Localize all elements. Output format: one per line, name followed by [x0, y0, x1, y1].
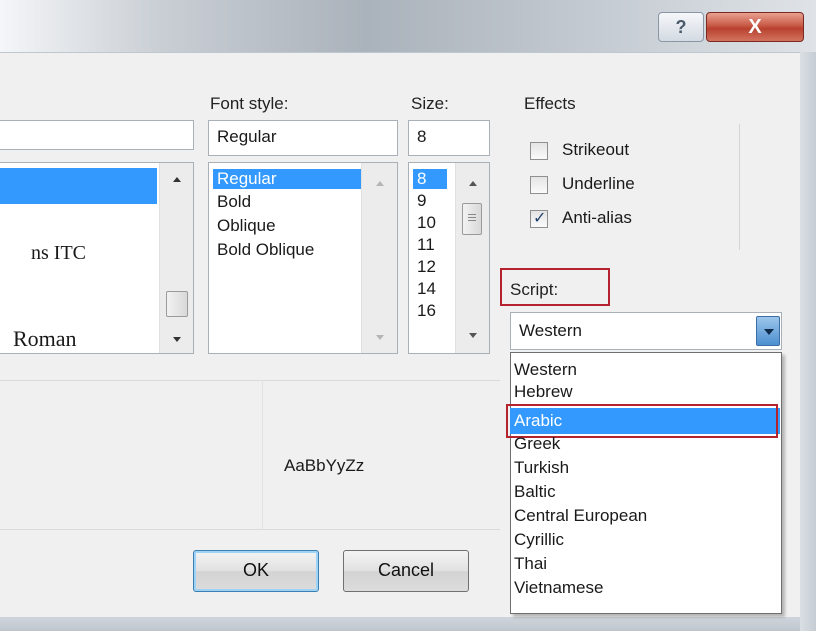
scroll-down-icon[interactable] — [376, 335, 384, 340]
underline-label[interactable]: Underline — [562, 174, 635, 194]
list-item[interactable] — [0, 168, 157, 204]
script-option-central-european[interactable]: Central European — [514, 506, 647, 526]
script-option-thai[interactable]: Thai — [514, 554, 547, 574]
cancel-button[interactable]: Cancel — [343, 550, 469, 592]
sample-text: AaBbYyZz — [284, 456, 365, 475]
antialias-label[interactable]: Anti-alias — [562, 208, 632, 228]
list-item[interactable]: 8 — [413, 169, 447, 189]
list-item[interactable]: 12 — [417, 257, 436, 277]
size-input[interactable]: 8 — [408, 120, 490, 156]
strikeout-checkbox[interactable] — [530, 142, 548, 160]
list-item[interactable]: Bold — [217, 192, 251, 212]
script-option-vietnamese[interactable]: Vietnamese — [514, 578, 603, 598]
scroll-down-icon[interactable] — [173, 337, 181, 342]
font-style-input[interactable]: Regular — [208, 120, 398, 156]
script-option-greek[interactable]: Greek — [514, 434, 560, 454]
font-style-list[interactable]: Regular Bold Oblique Bold Oblique — [208, 162, 398, 354]
dropdown-toggle[interactable] — [756, 316, 780, 346]
list-item[interactable]: Roman — [13, 328, 77, 350]
scroll-up-icon[interactable] — [376, 181, 384, 186]
list-item[interactable]: 9 — [417, 191, 426, 211]
script-select[interactable]: Western — [510, 312, 782, 350]
script-option-cyrillic[interactable]: Cyrillic — [514, 530, 564, 550]
ok-button[interactable]: OK — [193, 550, 319, 592]
list-item[interactable]: 10 — [417, 213, 436, 233]
script-option-turkish[interactable]: Turkish — [514, 458, 569, 478]
script-select-value: Western — [519, 321, 582, 340]
scrollbar-thumb[interactable] — [166, 291, 188, 317]
script-option-western[interactable]: Western — [514, 360, 577, 380]
help-button[interactable]: ? — [658, 12, 704, 42]
underline-checkbox[interactable] — [530, 176, 548, 194]
checkmark-icon: ✓ — [533, 210, 547, 227]
scroll-down-icon[interactable] — [469, 333, 477, 338]
list-item[interactable]: 16 — [417, 301, 436, 321]
strikeout-label[interactable]: Strikeout — [562, 140, 629, 160]
scroll-up-icon[interactable] — [173, 177, 181, 182]
list-item[interactable]: ns ITC — [31, 243, 86, 263]
font-list-scrollbar[interactable] — [159, 163, 193, 353]
size-list-scrollbar[interactable] — [455, 163, 489, 353]
scroll-up-icon[interactable] — [469, 181, 477, 186]
list-item[interactable]: 11 — [417, 235, 435, 255]
sample-group — [0, 380, 500, 530]
arabic-highlight-box — [506, 404, 778, 438]
chevron-down-icon — [764, 329, 774, 335]
window-frame-right — [800, 52, 816, 631]
size-list[interactable]: 8 9 10 11 12 14 16 — [408, 162, 490, 354]
list-item[interactable]: Oblique — [217, 216, 276, 236]
list-item[interactable]: Regular — [213, 169, 361, 189]
list-item[interactable]: 14 — [417, 279, 436, 299]
sample-divider — [262, 380, 263, 530]
font-name-input[interactable] — [0, 120, 194, 150]
font-style-scrollbar[interactable] — [361, 163, 397, 353]
font-name-list[interactable]: ns ITC Roman — [0, 162, 194, 354]
close-button[interactable]: X — [706, 12, 804, 42]
script-option-hebrew[interactable]: Hebrew — [514, 382, 573, 402]
font-style-label: Font style: — [210, 94, 289, 113]
scrollbar-thumb[interactable] — [462, 203, 482, 235]
script-label: Script: — [510, 280, 559, 299]
list-item[interactable]: Bold Oblique — [217, 240, 314, 260]
window-frame-bottom — [0, 617, 800, 631]
size-label: Size: — [411, 94, 449, 113]
antialias-checkbox[interactable]: ✓ — [530, 210, 548, 228]
effects-label: Effects — [524, 94, 576, 113]
script-option-baltic[interactable]: Baltic — [514, 482, 556, 502]
